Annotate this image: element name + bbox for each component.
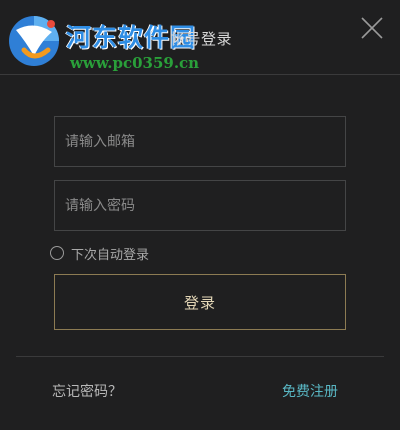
auto-login-label: 下次自动登录 (71, 247, 150, 263)
email-input[interactable] (55, 117, 345, 166)
password-input[interactable] (55, 181, 345, 230)
login-button[interactable]: 登录 (54, 274, 346, 330)
watermark-url: www.pc0359.cn (70, 54, 200, 72)
forgot-password-link[interactable]: 忘记密码？ (52, 381, 122, 401)
title-divider (0, 74, 400, 75)
window-title: 帐号登录 (170, 30, 233, 48)
globe-logo-icon (9, 16, 59, 66)
close-button[interactable] (356, 12, 388, 44)
login-dialog: 河东软件园 www.pc0359.cn 帐号登录 下次自动登录 登录 忘记密码？… (0, 0, 400, 430)
register-link[interactable]: 免费注册 (282, 381, 338, 401)
auto-login-radio[interactable] (50, 246, 64, 260)
auto-login-option[interactable]: 下次自动登录 (50, 244, 150, 263)
email-field-container (54, 116, 346, 167)
close-icon (361, 17, 383, 39)
password-field-container (54, 180, 346, 231)
title-bar: 河东软件园 www.pc0359.cn 帐号登录 (0, 0, 400, 74)
footer-divider (16, 356, 384, 357)
